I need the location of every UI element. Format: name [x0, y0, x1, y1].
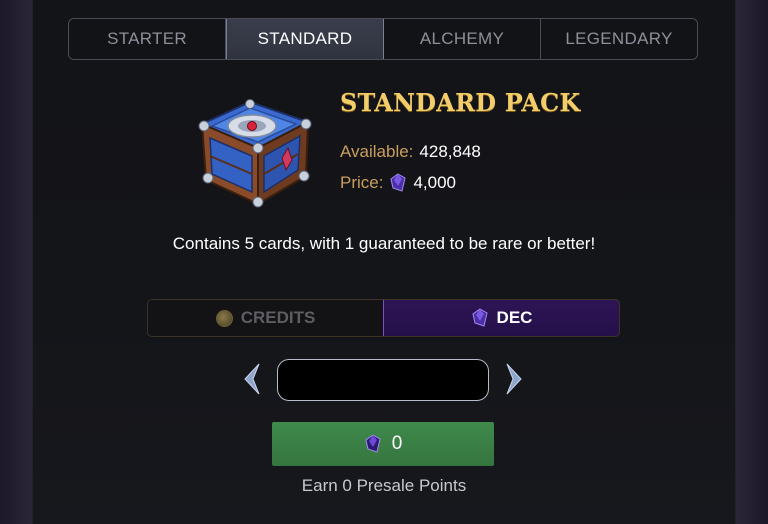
tab-starter[interactable]: STARTER [69, 19, 226, 59]
dec-label: DEC [496, 308, 533, 327]
pack-description: Contains 5 cards, with 1 guaranteed to b… [172, 234, 596, 253]
available-label: Available: [340, 142, 414, 161]
currency-toggle: CREDITS DEC [147, 299, 620, 337]
price-row: Price: 4,000 [340, 173, 456, 193]
background-left [0, 0, 32, 524]
standard-pack-chest-icon [198, 99, 312, 208]
price-label: Price: [340, 173, 384, 192]
dec-gem-icon [471, 308, 488, 327]
available-row: Available: 428,848 [340, 142, 481, 162]
dec-gem-icon [365, 434, 381, 453]
buy-button[interactable]: 0 [272, 422, 494, 466]
credits-button[interactable]: CREDITS [148, 300, 383, 336]
background-right [736, 0, 768, 524]
dec-gem-icon [390, 173, 407, 192]
credits-coin-icon [215, 309, 233, 327]
tab-standard[interactable]: STANDARD [226, 19, 384, 59]
buy-total: 0 [391, 433, 403, 454]
tab-legendary[interactable]: LEGENDARY [541, 19, 697, 59]
quantity-input[interactable] [277, 359, 489, 401]
presale-points-text: Earn 0 Presale Points [301, 476, 467, 495]
credits-label: CREDITS [240, 308, 316, 327]
pack-tabs: STARTER STANDARD ALCHEMY LEGENDARY [68, 18, 698, 60]
chevron-left-icon[interactable] [239, 362, 263, 396]
chevron-right-icon[interactable] [503, 362, 527, 396]
pack-title: STANDARD PACK [340, 88, 581, 117]
tab-alchemy[interactable]: ALCHEMY [384, 19, 541, 59]
price-value: 4,000 [413, 173, 457, 192]
available-value: 428,848 [419, 142, 481, 161]
dec-button[interactable]: DEC [383, 300, 619, 336]
